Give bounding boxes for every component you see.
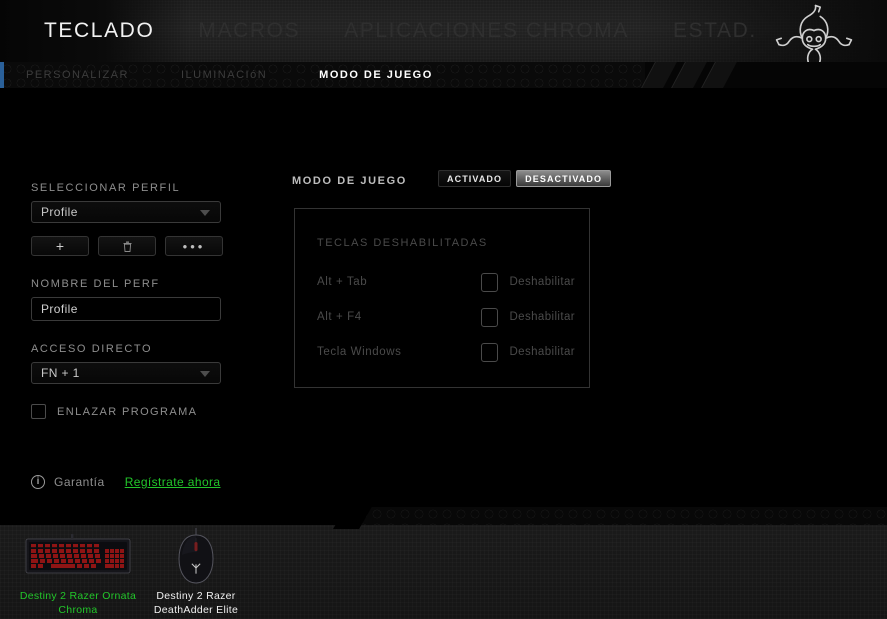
disabled-key-row-alt-tab: Alt + Tab Deshabilitar [317, 271, 575, 293]
disable-label: Deshabilitar [509, 346, 575, 358]
main-tab-estad[interactable]: ESTAD. [651, 0, 779, 62]
app-header: TECLADO MACROS APLICACIONES CHROMA ESTAD… [0, 0, 887, 62]
device-bar: Destiny 2 Razer Ornata Chroma Destiny 2 … [0, 507, 887, 619]
plus-icon: + [55, 238, 65, 254]
register-now-link[interactable]: Regístrate ahora [125, 475, 221, 489]
profile-name-label: NOMBRE DEL PERF [31, 278, 160, 290]
disabled-key-row-windows-key: Tecla Windows Deshabilitar [317, 341, 575, 363]
keyboard-icon [25, 534, 131, 574]
game-mode-toggle-group: ACTIVADO DESACTIVADO [438, 170, 612, 187]
sub-nav-bar: PERSONALIZAR ILUMINACIóN MODO DE JUEGO [0, 62, 887, 88]
key-label: Alt + Tab [317, 276, 368, 288]
main-tab-macros[interactable]: MACROS [176, 0, 322, 62]
disabled-keys-title: TECLAS DESHABILITADAS [317, 237, 488, 249]
link-program-row[interactable]: ENLAZAR PROGRAMA [31, 404, 231, 419]
shortcut-label: ACCESO DIRECTO [31, 343, 153, 355]
key-label: Alt + F4 [317, 311, 362, 323]
device-label-keyboard: Destiny 2 Razer Ornata Chroma [19, 590, 137, 616]
ellipsis-icon: ••• [182, 238, 206, 254]
keyboard-thumbnail [25, 525, 131, 587]
key-label: Tecla Windows [317, 346, 402, 358]
shortcut-select[interactable]: FN + 1 [31, 362, 221, 384]
razer-synapse-window: TECLADO MACROS APLICACIONES CHROMA ESTAD… [0, 0, 887, 619]
disable-label: Deshabilitar [509, 276, 575, 288]
disabled-key-row-alt-f4: Alt + F4 Deshabilitar [317, 306, 575, 328]
devicebar-left-black [0, 507, 358, 525]
game-mode-on-button[interactable]: ACTIVADO [438, 170, 512, 187]
sub-tab-iluminacion[interactable]: ILUMINACIóN [155, 62, 293, 88]
select-profile-label: SELECCIONAR PERFIL [31, 182, 181, 194]
profile-actions-row: + ••• [31, 236, 231, 256]
mouse-thumbnail [173, 525, 219, 587]
game-mode-title: MODO DE JUEGO [292, 175, 407, 187]
disable-label: Deshabilitar [509, 311, 575, 323]
chevron-down-icon [200, 371, 210, 377]
game-mode-panel: MODO DE JUEGO ACTIVADO DESACTIVADO TECLA… [292, 170, 612, 388]
device-label-mouse: Destiny 2 Razer DeathAdder Elite [153, 590, 239, 616]
shortcut-select-value: FN + 1 [41, 366, 80, 380]
disabled-keys-box: TECLAS DESHABILITADAS Alt + Tab Deshabil… [294, 208, 590, 388]
main-tab-aplicaciones-chroma[interactable]: APLICACIONES CHROMA [322, 0, 651, 62]
profile-panel: SELECCIONAR PERFIL Profile + ••• NOMBRE … [31, 182, 231, 419]
mouse-icon [178, 528, 214, 584]
disable-checkbox-windows-key[interactable] [480, 342, 499, 362]
main-tab-teclado[interactable]: TECLADO [22, 0, 176, 62]
chevron-down-icon [200, 210, 210, 216]
disable-checkbox-alt-tab[interactable] [480, 272, 499, 292]
link-program-label: ENLAZAR PROGRAMA [57, 405, 198, 418]
game-mode-off-button[interactable]: DESACTIVADO [516, 170, 612, 187]
trash-icon [123, 241, 131, 252]
main-tab-bar: TECLADO MACROS APLICACIONES CHROMA ESTAD… [22, 0, 779, 62]
sub-tab-personalizar[interactable]: PERSONALIZAR [0, 62, 155, 88]
info-icon: i [31, 475, 45, 489]
disable-checkbox-alt-f4[interactable] [480, 307, 499, 327]
device-item-mouse[interactable]: Destiny 2 Razer DeathAdder Elite [121, 525, 271, 617]
warranty-label: Garantía [54, 475, 105, 489]
sub-tab-list: PERSONALIZAR ILUMINACIóN MODO DE JUEGO [0, 62, 459, 88]
sub-tab-modo-de-juego[interactable]: MODO DE JUEGO [293, 62, 459, 88]
profile-name-input[interactable] [31, 297, 221, 321]
header-slash-decoration [638, 62, 828, 88]
warranty-row: i Garantía Regístrate ahora [31, 475, 221, 489]
profile-select-value: Profile [41, 205, 78, 219]
more-options-button[interactable]: ••• [165, 236, 223, 256]
add-profile-button[interactable]: + [31, 236, 89, 256]
profile-select[interactable]: Profile [31, 201, 221, 223]
main-content-area: SELECCIONAR PERFIL Profile + ••• NOMBRE … [0, 88, 887, 507]
razer-logo-icon [775, 4, 853, 62]
devicebar-hex-texture [356, 507, 887, 525]
delete-profile-button[interactable] [98, 236, 156, 256]
game-mode-header: MODO DE JUEGO ACTIVADO DESACTIVADO [292, 170, 612, 192]
link-program-checkbox[interactable] [31, 404, 46, 419]
